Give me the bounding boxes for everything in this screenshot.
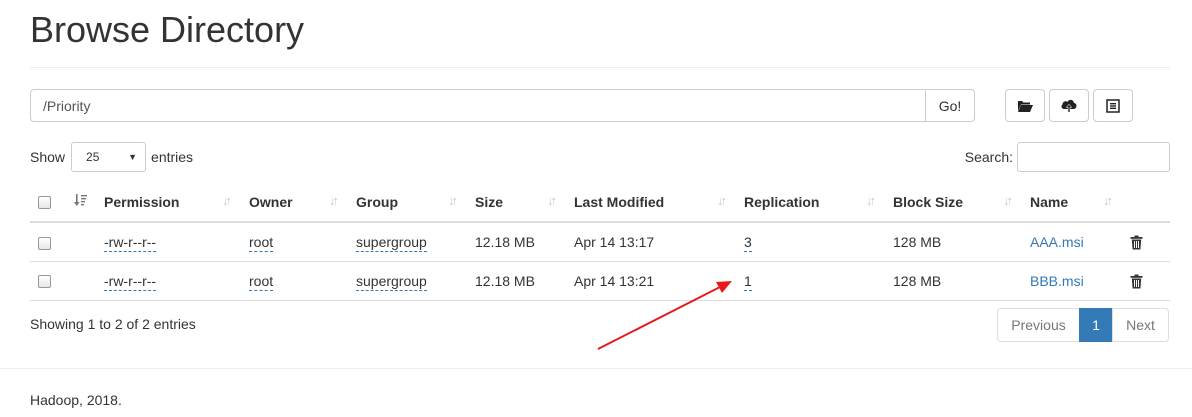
annotation-arrow: [597, 281, 732, 350]
